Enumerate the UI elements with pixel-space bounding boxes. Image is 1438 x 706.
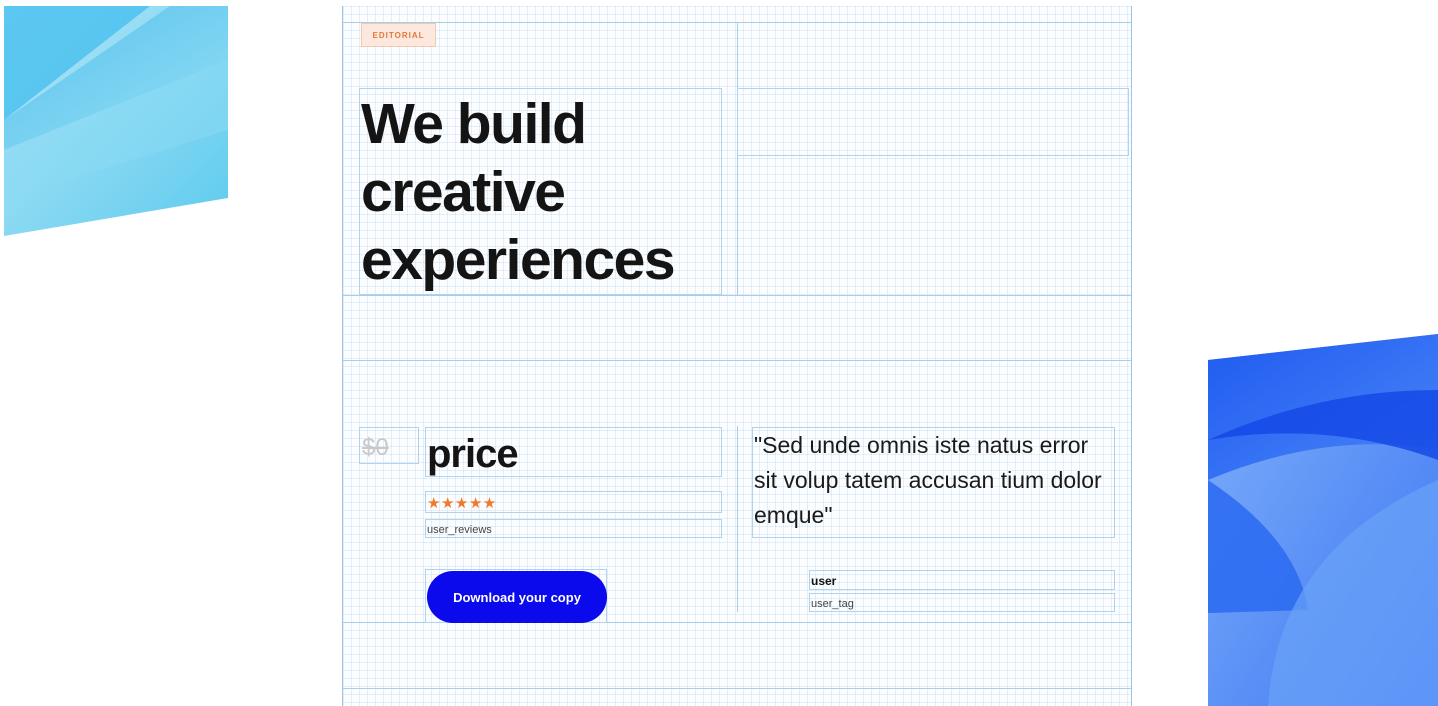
hero-headline: We build creative experiences: [361, 92, 676, 292]
layout-canvas: EDITORIAL We build creative experiences …: [342, 6, 1132, 706]
editorial-badge: EDITORIAL: [361, 23, 436, 47]
testimonial-user-tag: user_tag: [811, 598, 854, 610]
grid-guide: [737, 22, 738, 295]
download-button[interactable]: Download your copy: [427, 571, 607, 623]
empty-frame: [737, 88, 1129, 156]
testimonial-user: user: [811, 574, 837, 588]
price-label: price: [427, 432, 519, 476]
old-price: $0: [362, 434, 389, 461]
decorative-shape-left: [4, 6, 228, 236]
user-tag-frame: [809, 593, 1115, 612]
grid-guide: [737, 426, 738, 612]
user-reviews-label: user_reviews: [427, 524, 492, 536]
grid-guide: [343, 360, 1131, 361]
decorative-shape-right: [1208, 334, 1438, 706]
grid-guide: [343, 688, 1131, 689]
grid-guide: [343, 295, 1131, 296]
star-rating: ★★★★★: [427, 495, 497, 512]
user-frame: [809, 570, 1115, 590]
testimonial-quote: "Sed unde omnis iste natus error sit vol…: [754, 432, 1102, 528]
